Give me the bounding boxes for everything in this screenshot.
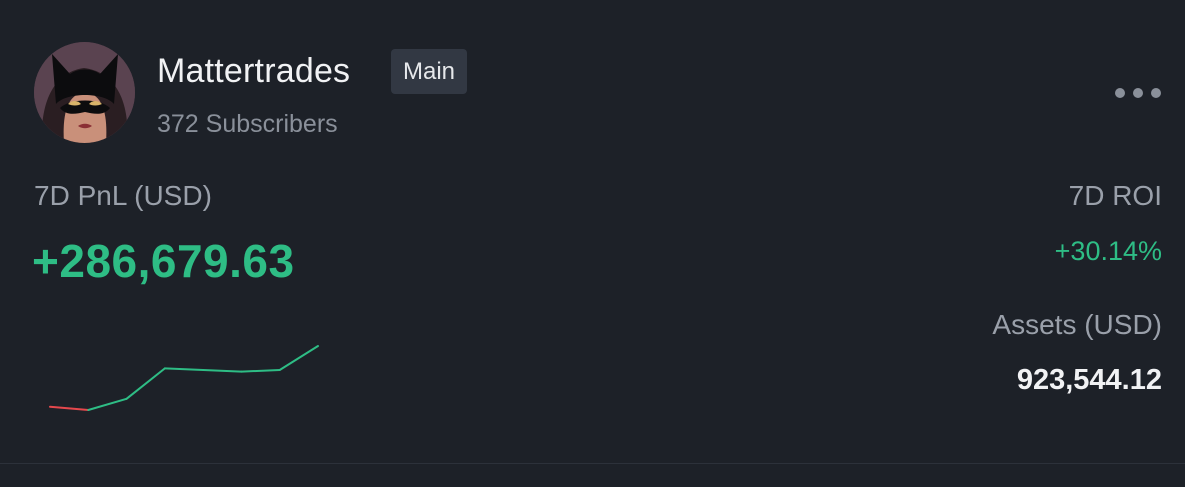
pnl-sparkline [49, 345, 319, 411]
more-options-button[interactable] [1115, 88, 1161, 98]
sparkline-segment [87, 397, 128, 411]
username[interactable]: Mattertrades [157, 52, 350, 91]
pnl-label: 7D PnL (USD) [34, 180, 212, 211]
pnl-value: +286,679.63 [32, 235, 295, 287]
roi-label: 7D ROI [1068, 180, 1162, 211]
sparkline-segment [125, 367, 166, 400]
trader-card[interactable]: Mattertrades Main 372 Subscribers 7D PnL… [0, 0, 1185, 487]
more-horizontal-icon [1151, 88, 1161, 98]
sparkline-segment [240, 369, 281, 373]
sparkline-segment [202, 369, 243, 373]
account-badge: Main [391, 49, 468, 94]
sparkline-segment [163, 367, 205, 371]
divider [0, 463, 1185, 464]
roi-value: +30.14% [1054, 236, 1162, 266]
sparkline-segment [278, 345, 319, 371]
assets-label: Assets (USD) [992, 309, 1162, 340]
masked-character-avatar-icon [34, 42, 135, 143]
assets-value: 923,544.12 [1016, 364, 1162, 396]
subscriber-count: 372 Subscribers [157, 110, 338, 138]
more-horizontal-icon [1115, 88, 1125, 98]
sparkline-segment [49, 405, 90, 411]
more-horizontal-icon [1133, 88, 1143, 98]
avatar[interactable] [34, 42, 135, 143]
